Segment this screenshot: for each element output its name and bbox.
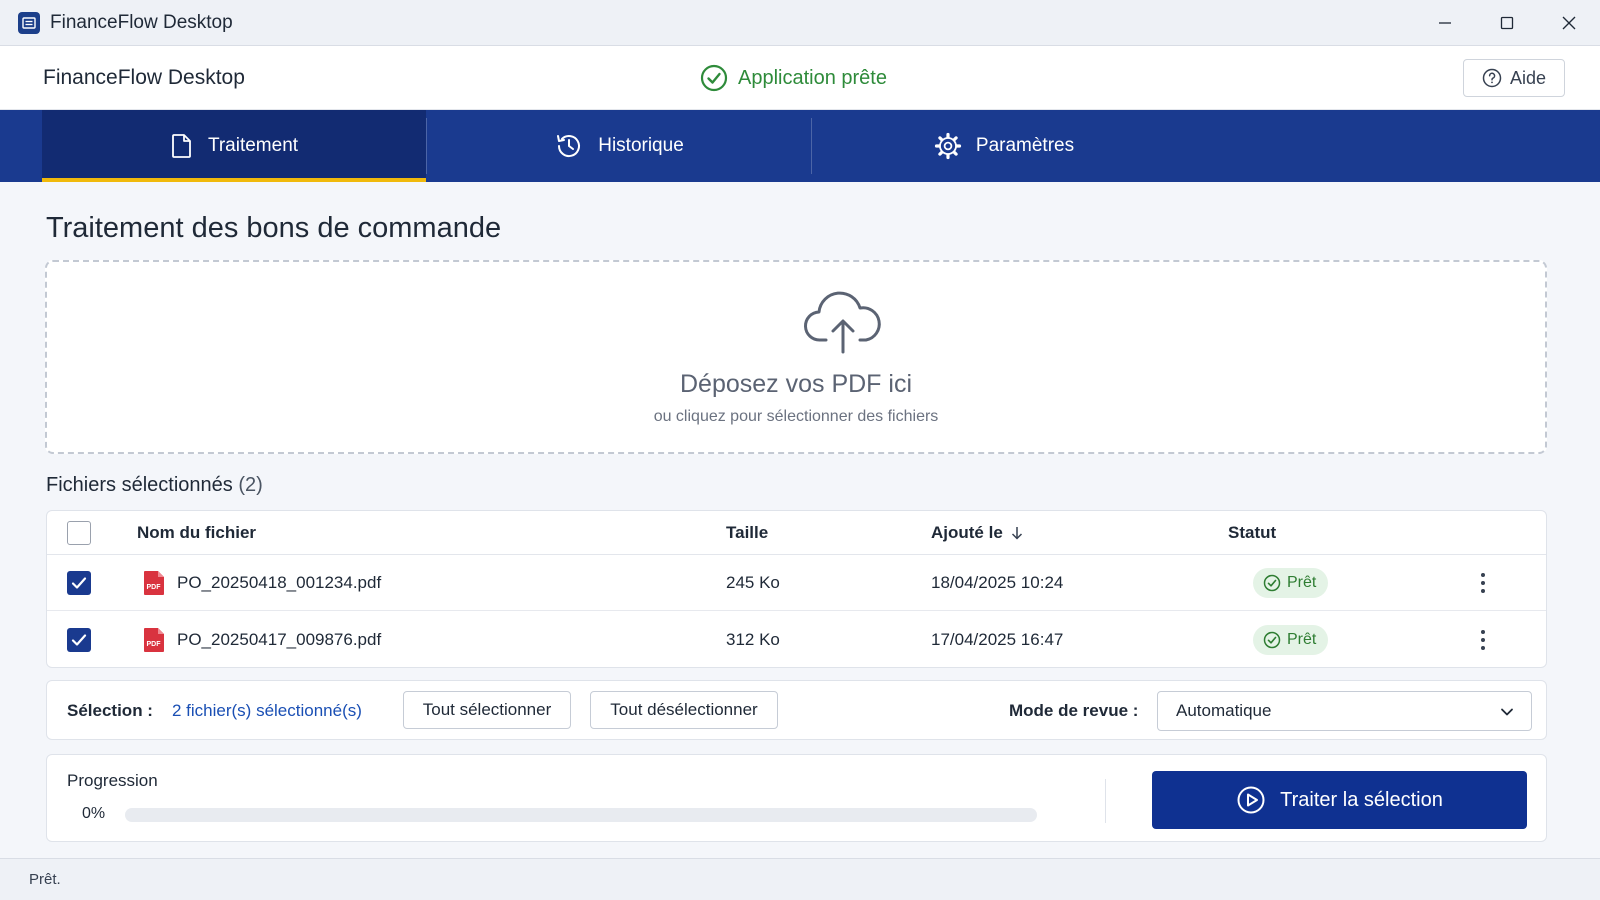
window-title: FinanceFlow Desktop <box>50 11 233 33</box>
file-added-date: 17/04/2025 16:47 <box>931 630 1064 649</box>
dropzone-subtitle: ou cliquez pour sélectionner des fichier… <box>653 408 939 425</box>
deselect-all-button[interactable]: Tout désélectionner <box>590 691 778 729</box>
page-title: Traitement des bons de commande <box>46 212 502 244</box>
row-checkbox[interactable] <box>67 628 91 652</box>
minimize-button[interactable] <box>1414 0 1476 46</box>
chevron-down-icon <box>1501 708 1513 716</box>
column-header-status[interactable]: Statut <box>1228 523 1276 543</box>
progress-card: Progression 0% Traiter la sélection <box>46 754 1547 842</box>
row-checkbox[interactable] <box>67 570 91 595</box>
file-size: 312 Ko <box>726 630 780 649</box>
tab-label: Paramètres <box>975 135 1075 156</box>
row-menu-button[interactable] <box>1471 625 1495 655</box>
status-badge-text: Prêt <box>1287 631 1317 648</box>
tab-parametres[interactable]: Paramètres <box>812 110 1196 182</box>
app-icon <box>18 11 40 34</box>
check-circle-icon <box>1263 574 1281 591</box>
progress-divider <box>1105 779 1106 823</box>
review-mode-value: Automatique <box>1176 701 1272 720</box>
pdf-dropzone[interactable]: Déposez vos PDF ici ou cliquez pour séle… <box>45 260 1547 454</box>
file-name: PO_20250418_001234.pdf <box>177 572 382 592</box>
selection-summary-link[interactable]: 2 fichier(s) sélectionné(s) <box>172 701 362 721</box>
check-circle-icon <box>1263 631 1281 649</box>
maximize-icon <box>1500 16 1514 30</box>
file-table: Nom du fichier Taille Ajouté le Statut P… <box>46 510 1547 668</box>
app-name: FinanceFlow Desktop <box>43 66 245 89</box>
cloud-upload-icon <box>804 291 881 354</box>
selection-bar: Sélection : 2 fichier(s) sélectionné(s) … <box>46 680 1547 740</box>
play-circle-icon <box>1237 786 1265 814</box>
table-header: Nom du fichier Taille Ajouté le Statut <box>47 511 1546 555</box>
history-icon <box>557 135 581 158</box>
file-size: 245 Ko <box>726 572 780 592</box>
status-bar: Prêt. <box>0 858 1600 900</box>
checkmark-icon <box>71 576 87 589</box>
pdf-file-icon: PDF <box>144 570 164 595</box>
maximize-button[interactable] <box>1476 0 1538 46</box>
dropzone-title: Déposez vos PDF ici <box>679 370 913 398</box>
window-controls <box>1414 0 1600 46</box>
table-row[interactable]: PDF PO_20250418_001234.pdf 245 Ko 18/04/… <box>47 555 1546 611</box>
svg-text:PDF: PDF <box>147 641 162 648</box>
select-all-button[interactable]: Tout sélectionner <box>403 691 571 729</box>
help-circle-icon <box>1482 68 1502 88</box>
tab-label: Traitement <box>207 135 299 156</box>
process-selection-label: Traiter la sélection <box>1280 788 1443 811</box>
select-all-checkbox[interactable] <box>67 520 91 545</box>
table-row[interactable]: PDF PO_20250417_009876.pdf 312 Ko 17/04/… <box>47 612 1546 667</box>
files-heading-text: Fichiers sélectionnés <box>46 474 233 496</box>
column-header-name[interactable]: Nom du fichier <box>137 523 256 543</box>
checkmark-icon <box>71 634 87 646</box>
progress-percent: 0% <box>82 805 106 822</box>
document-icon <box>172 134 191 158</box>
tab-historique[interactable]: Historique <box>427 110 811 182</box>
column-header-added-label: Ajouté le <box>931 522 1003 542</box>
progress-bar <box>125 808 1037 822</box>
file-added-date: 18/04/2025 10:24 <box>931 572 1064 592</box>
minimize-icon <box>1439 22 1451 24</box>
files-heading: Fichiers sélectionnés (2) <box>46 474 263 497</box>
column-header-added[interactable]: Ajouté le <box>931 523 1023 543</box>
main-tabs: Traitement Historique Paramètres <box>0 110 1600 182</box>
app-status-text: Application prête <box>738 66 887 89</box>
check-circle-icon <box>700 64 728 92</box>
help-button-label: Aide <box>1509 67 1547 88</box>
window-titlebar: FinanceFlow Desktop <box>0 0 1600 46</box>
row-menu-button[interactable] <box>1471 568 1495 598</box>
selection-label: Sélection : <box>67 701 153 720</box>
close-icon <box>1562 16 1576 30</box>
files-count: (2) <box>238 474 263 496</box>
arrow-down-icon <box>1011 526 1022 540</box>
review-mode-label: Mode de revue : <box>1009 701 1139 720</box>
help-button[interactable]: Aide <box>1463 59 1565 97</box>
status-badge-text: Prêt <box>1287 573 1317 591</box>
app-status: Application prête <box>700 64 887 92</box>
column-header-size[interactable]: Taille <box>726 523 768 543</box>
gear-icon <box>934 132 961 160</box>
process-selection-button[interactable]: Traiter la sélection <box>1152 771 1527 829</box>
status-badge: Prêt <box>1253 567 1329 598</box>
close-button[interactable] <box>1538 0 1600 46</box>
progress-label: Progression <box>67 771 158 790</box>
tab-label: Historique <box>598 135 684 156</box>
tab-traitement[interactable]: Traitement <box>42 110 426 182</box>
pdf-file-icon: PDF <box>144 628 164 652</box>
app-header: FinanceFlow Desktop Application prête Ai… <box>0 46 1600 110</box>
svg-text:PDF: PDF <box>147 584 162 591</box>
status-bar-text: Prêt. <box>29 871 61 888</box>
review-mode-select[interactable]: Automatique <box>1157 691 1532 731</box>
status-badge: Prêt <box>1253 625 1329 655</box>
file-name: PO_20250417_009876.pdf <box>177 630 382 649</box>
